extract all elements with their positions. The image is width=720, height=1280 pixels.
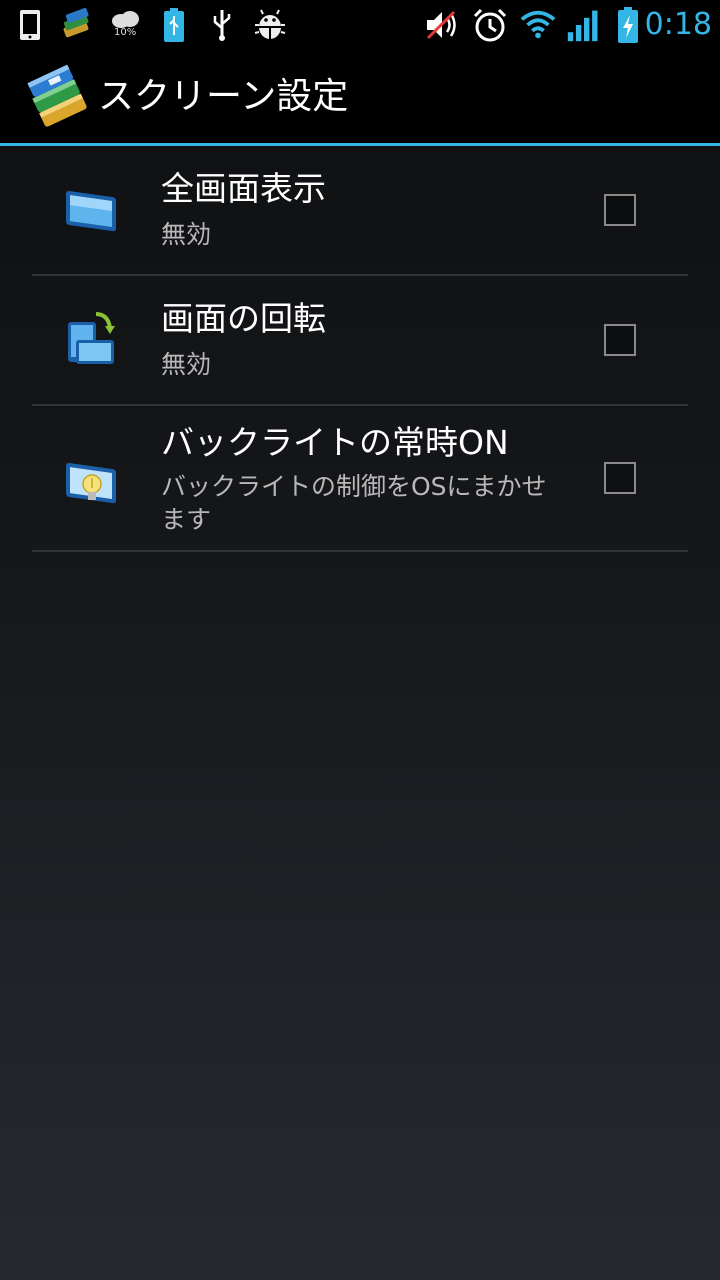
android-debug-icon <box>252 7 288 43</box>
pref-summary: バックライトの制御をOSにまかせます <box>161 472 547 534</box>
preference-list: 全画面表示 無効 画面の回転 無効 バックライトの常時ON バックライトの制御を… <box>0 146 720 552</box>
fullscreen-checkbox[interactable] <box>604 194 636 226</box>
pref-summary: 無効 <box>161 220 212 249</box>
phone-icon <box>12 7 48 43</box>
rotation-checkbox[interactable] <box>604 324 636 356</box>
battery-usb-icon <box>156 7 192 43</box>
pref-fullscreen[interactable]: 全画面表示 無効 <box>0 146 720 276</box>
pref-title: 画面の回転 <box>161 299 326 338</box>
status-bar: 10% 0:18 <box>0 0 720 50</box>
weather-percent: 10% <box>114 27 137 38</box>
pref-title: バックライトの常時ON <box>161 423 509 462</box>
alarm-icon <box>472 7 508 43</box>
backlight-checkbox[interactable] <box>604 462 636 494</box>
signal-icon <box>566 7 602 43</box>
screen-backlight-icon <box>62 458 122 510</box>
usb-icon <box>204 7 240 43</box>
books-icon <box>58 7 94 43</box>
divider <box>32 550 688 552</box>
screen-fullscreen-icon <box>62 186 122 238</box>
wifi-icon <box>520 7 556 43</box>
status-time: 0:18 <box>644 7 712 42</box>
pref-rotation[interactable]: 画面の回転 無効 <box>0 276 720 406</box>
page-title: スクリーン設定 <box>98 76 349 117</box>
screen-rotate-icon <box>62 308 122 364</box>
action-bar: スクリーン設定 <box>0 50 720 146</box>
pref-title: 全画面表示 <box>161 169 326 208</box>
pref-backlight[interactable]: バックライトの常時ON バックライトの制御をOSにまかせます <box>0 406 720 552</box>
weather-cloud-icon: 10% <box>108 7 144 43</box>
battery-charging-icon <box>610 7 646 43</box>
pref-summary: 無効 <box>161 350 212 379</box>
books-app-icon[interactable] <box>26 64 88 130</box>
mute-icon <box>424 7 460 43</box>
